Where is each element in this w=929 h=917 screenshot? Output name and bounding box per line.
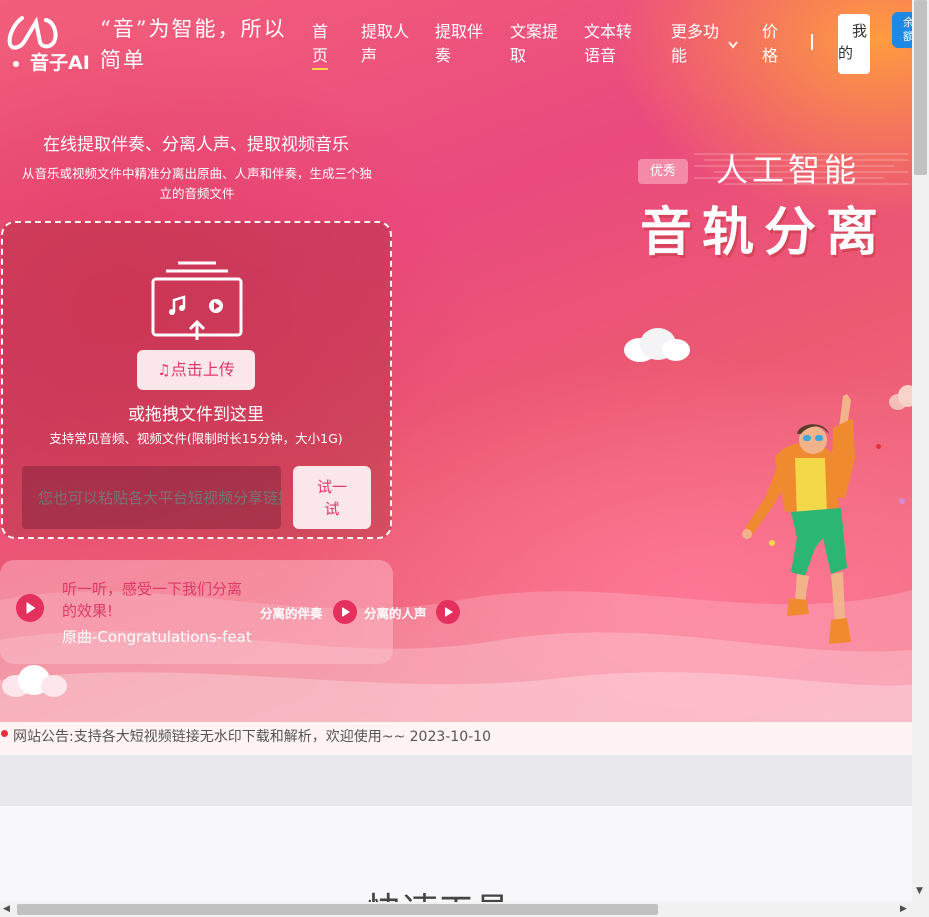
music-note-icon: ♫ [157, 361, 171, 379]
chevron-down-icon[interactable] [727, 40, 739, 50]
hero-title: 在线提取伴奏、分离人声、提取视频音乐 [43, 135, 349, 155]
quick-tools-title: 快速工具 [366, 882, 510, 902]
demo-label-line-1: 听一听，感受一下我们分离 [62, 580, 243, 598]
mine-line-2: 的 [838, 44, 854, 62]
nav-divider [811, 34, 813, 50]
confetti-dot [876, 444, 881, 449]
excellent-badge: 优秀 [638, 159, 688, 184]
logo-text: 音子AI [30, 52, 90, 74]
announcement-dot [1, 730, 8, 737]
upload-button-label: 点击上传 [170, 360, 235, 379]
play-vocal-icon[interactable] [436, 600, 460, 624]
vertical-scrollbar-thumb[interactable] [914, 0, 927, 175]
nav-extract-vocals-line-2: 声 [361, 46, 378, 65]
nav-pricing-line-2: 格 [762, 46, 779, 65]
nav-extract-vocals-line-1: 提取人 [361, 22, 410, 41]
scroll-down-arrow-icon[interactable]: ▼ [916, 886, 923, 896]
cloud-icon [2, 665, 67, 697]
mine-button[interactable]: 我 的 [838, 14, 870, 74]
slogan: “音”为智能，所以简单 [100, 17, 287, 72]
nav-home[interactable]: 首 页 [312, 20, 329, 70]
try-button[interactable]: 试一 试 [293, 466, 371, 529]
hero-subtitle: 从音乐或视频文件中精准分离出原曲、人声和伴奏，生成三个独 立的音频文件 [0, 164, 394, 204]
limit-hint: 支持常见音频、视频文件(限制时长15分钟，大小1G) [49, 431, 343, 446]
upload-media-icon [151, 261, 243, 340]
nav-pricing-line-1: 价 [762, 22, 779, 41]
page-viewport: 音子AI “音”为智能，所以简单 首 页 提取人 声 提取伴 奏 文案提 取 文… [0, 0, 912, 902]
scroll-right-arrow-icon[interactable]: ▶ [900, 904, 907, 914]
scroll-left-arrow-icon[interactable]: ◀ [3, 904, 10, 914]
play-original-icon[interactable] [16, 594, 44, 622]
play-accompaniment-icon[interactable] [333, 600, 357, 624]
nav-more-features-line-2: 能 [671, 46, 688, 65]
nav-more-features-line-1: 更多功 [671, 22, 720, 41]
balance-badge-line-1: 余 [903, 16, 912, 29]
mine-line-1: 我 [852, 22, 868, 40]
nav-text-to-speech-line-2: 语音 [584, 46, 617, 65]
drag-hint: 或拖拽文件到这里 [128, 405, 264, 425]
nav-more-features[interactable]: 更多功 能 [671, 20, 719, 68]
nav-text-extract-line-1: 文案提 [510, 22, 559, 41]
hero-subtitle-line-2: 立的音频文件 [159, 186, 235, 201]
section-separator [0, 755, 912, 806]
nav-text-extract[interactable]: 文案提 取 [510, 20, 558, 68]
horizontal-scrollbar-thumb[interactable] [17, 904, 658, 915]
balance-badge[interactable]: 余 额 [892, 12, 912, 48]
nav-home-line-2: 页 [312, 46, 329, 65]
nav-extract-accompaniment-line-2: 奏 [435, 46, 452, 65]
upload-button[interactable]: ♫点击上传 [137, 350, 255, 390]
cloud-icon [624, 328, 690, 362]
confetti-dot [769, 540, 775, 546]
try-button-line-1: 试一 [316, 478, 347, 496]
paste-link-input[interactable] [22, 466, 281, 529]
confetti-dot [899, 498, 905, 504]
demo-song-title: 原曲-Congratulations-feat [62, 628, 252, 646]
promo-small-title: 人工智能 [716, 151, 861, 189]
nav-home-line-1: 首 [312, 22, 329, 41]
nav-extract-accompaniment-line-1: 提取伴 [435, 22, 484, 41]
dancing-character-illustration [742, 394, 855, 644]
nav-extract-accompaniment[interactable]: 提取伴 奏 [435, 20, 483, 68]
balance-badge-line-2: 额 [903, 30, 912, 43]
hero-subtitle-line-1: 从音乐或视频文件中精准分离出原曲、人声和伴奏，生成三个独 [21, 166, 372, 181]
nav-pricing[interactable]: 价 格 [762, 20, 778, 68]
cloud-icon [889, 385, 912, 410]
demo-label-line-2: 的效果! [62, 602, 114, 620]
nav-text-to-speech[interactable]: 文本转 语音 [584, 20, 632, 68]
demo-label: 听一听，感受一下我们分离 的效果! [62, 578, 272, 622]
promo-big-title: 音轨分离 [640, 203, 889, 263]
nav-text-extract-line-2: 取 [510, 46, 527, 65]
accompaniment-label: 分离的伴奏 [260, 606, 323, 621]
try-button-line-2: 试 [324, 500, 340, 518]
nav-extract-vocals[interactable]: 提取人 声 [361, 20, 409, 68]
announcement-text[interactable]: 网站公告:支持各大短视频链接无水印下载和解析，欢迎使用~~ 2023-10-10 [13, 726, 491, 746]
vocal-label: 分离的人声 [364, 606, 427, 621]
nav-text-to-speech-line-1: 文本转 [584, 22, 633, 41]
